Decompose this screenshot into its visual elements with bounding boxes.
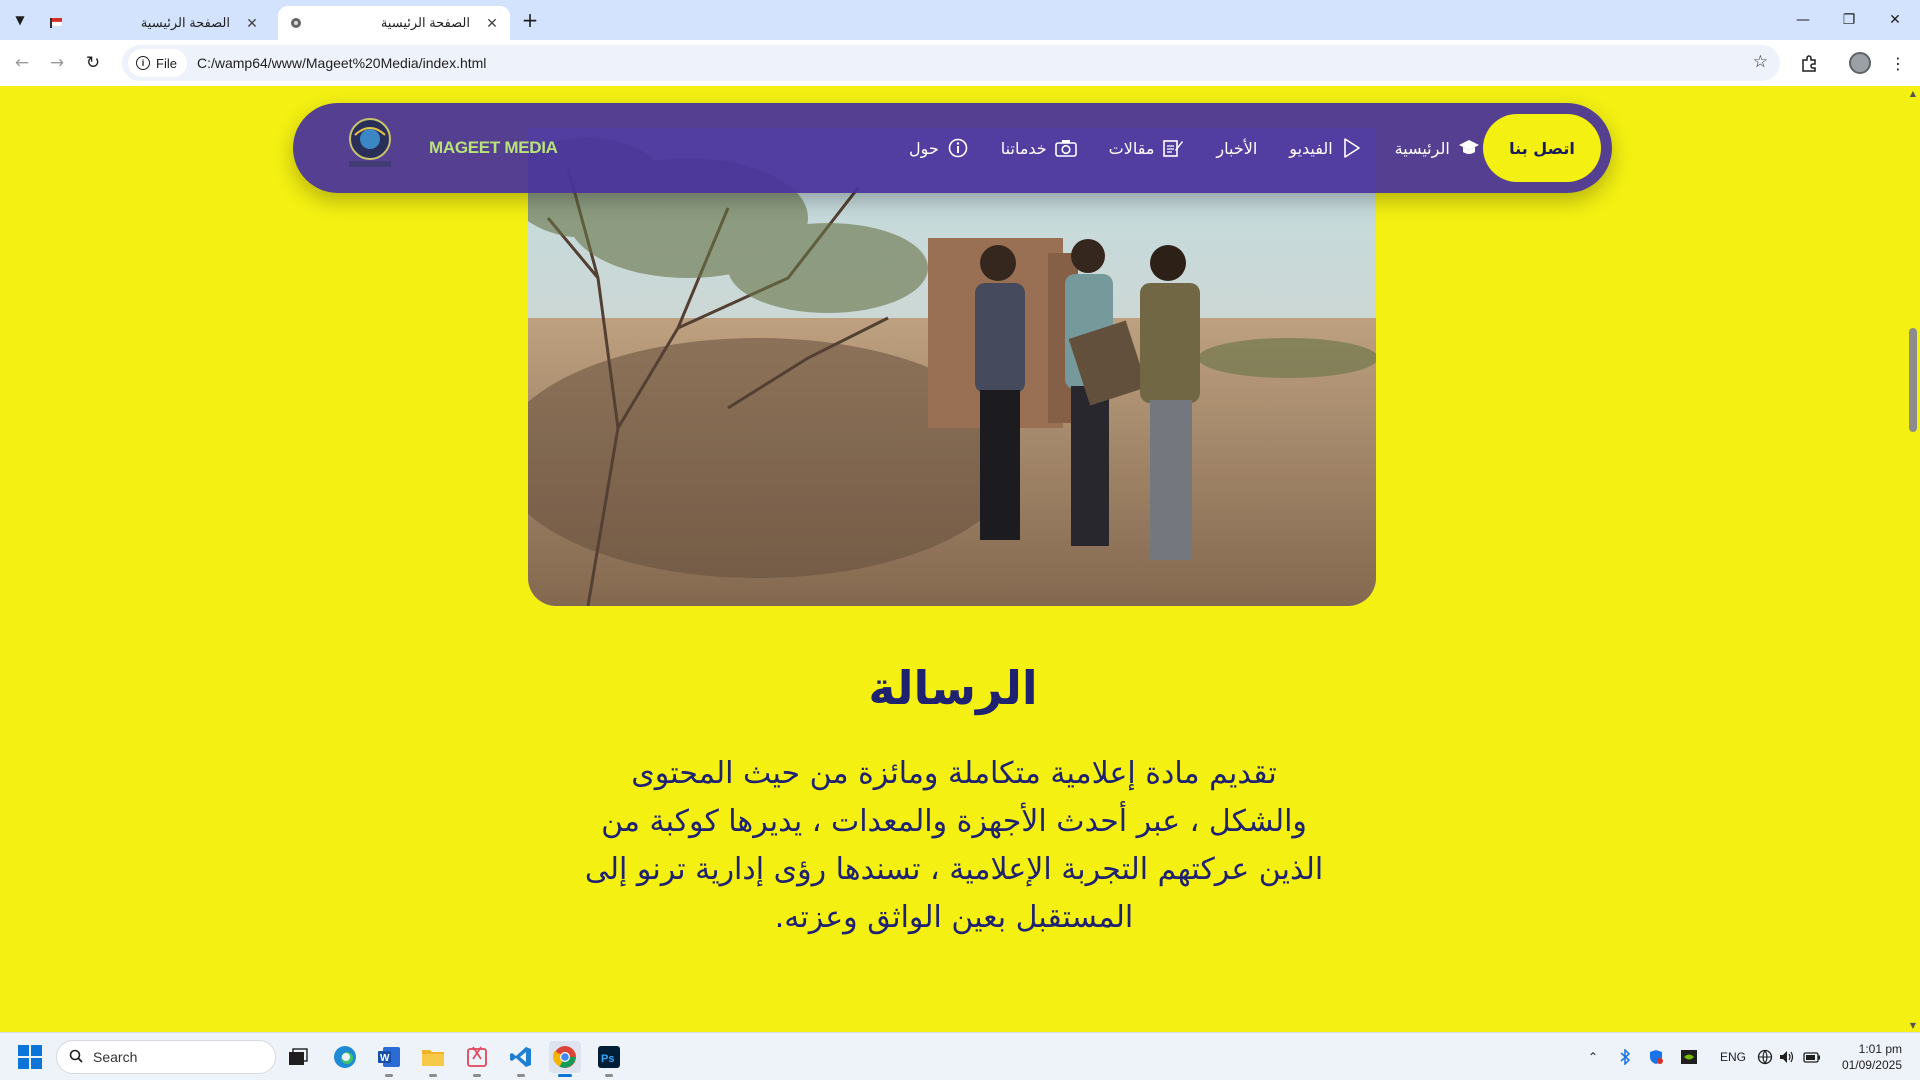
bluetooth-icon[interactable]	[1614, 1047, 1636, 1067]
restore-window-icon[interactable]: ❐	[1826, 0, 1872, 40]
more-menu-icon[interactable]: ⋮	[1886, 51, 1910, 75]
snipping-tool-icon[interactable]	[461, 1041, 493, 1077]
nav-item-label: الرئيسية	[1394, 138, 1450, 158]
scrollbar-thumb[interactable]	[1909, 328, 1917, 432]
clock-time: 1:01 pm	[1858, 1042, 1902, 1056]
browser-tab-1[interactable]: الصفحة الرئيسية ✕	[38, 6, 270, 40]
nav-item-video[interactable]: الفيديو	[1273, 137, 1378, 159]
flag-favicon-icon	[48, 15, 64, 31]
hero-photo	[528, 128, 1376, 606]
running-indicator	[429, 1074, 437, 1077]
nav-item-label: الأخبار	[1216, 138, 1258, 158]
page-scrollbar[interactable]: ▲ ▼	[1906, 86, 1920, 1032]
running-indicator	[605, 1074, 613, 1077]
scroll-up-arrow-icon[interactable]: ▲	[1908, 88, 1918, 98]
back-arrow-icon[interactable]: ←	[10, 51, 34, 75]
file-explorer-icon[interactable]	[417, 1041, 449, 1077]
mission-line: المستقبل بعين الواثق وعزته.	[774, 900, 1134, 935]
site-logo[interactable]	[341, 113, 399, 175]
extensions-puzzle-icon[interactable]	[1797, 51, 1821, 75]
word-app-icon[interactable]: W	[373, 1041, 405, 1077]
scroll-down-arrow-icon[interactable]: ▼	[1908, 1020, 1918, 1030]
running-indicator	[385, 1074, 393, 1077]
contact-us-button[interactable]: اتصل بنا	[1483, 114, 1601, 182]
nvidia-icon[interactable]	[1678, 1047, 1700, 1067]
close-tab-icon[interactable]: ✕	[484, 15, 500, 31]
browser-tab-strip: ▼ الصفحة الرئيسية ✕ الصفحة الرئيسية ✕ + …	[0, 0, 1920, 40]
show-hidden-icons-chevron-icon[interactable]: ⌃	[1582, 1047, 1604, 1067]
globe-network-icon[interactable]	[1754, 1047, 1776, 1067]
windows-taskbar: Search W Ps ⌃ ENG 1:01 pm 01/09/2025	[0, 1032, 1920, 1080]
nav-item-label: مقالات	[1108, 138, 1155, 158]
tab-search-button[interactable]: ▼	[8, 8, 32, 32]
taskbar-clock[interactable]: 1:01 pm 01/09/2025	[1836, 1041, 1902, 1073]
speaker-volume-icon[interactable]	[1776, 1047, 1798, 1067]
edge-browser-icon[interactable]	[329, 1041, 361, 1073]
battery-icon[interactable]	[1801, 1047, 1823, 1067]
new-tab-button[interactable]: +	[518, 8, 542, 32]
camera-icon	[1054, 137, 1077, 159]
search-icon	[69, 1049, 83, 1066]
input-language-indicator[interactable]: ENG	[1717, 1047, 1749, 1067]
mission-paragraph: تقديم مادة إعلامية متكاملة ومائزة من حيث…	[566, 750, 1342, 942]
taskbar-search-placeholder: Search	[93, 1049, 138, 1065]
close-window-icon[interactable]: ✕	[1872, 0, 1918, 40]
browser-tab-2[interactable]: الصفحة الرئيسية ✕	[278, 6, 510, 40]
mission-line: الذين عركتهم التجربة الإعلامية ، تسندها …	[584, 852, 1324, 887]
site-info-chip[interactable]: i File	[128, 49, 187, 77]
nav-item-label: خدماتنا	[1000, 138, 1047, 158]
mission-heading: الرسالة	[868, 661, 1038, 715]
tab-title: الصفحة الرئيسية	[380, 15, 470, 30]
chevron-down-icon: ▼	[15, 13, 25, 27]
mission-line: والشكل ، عبر أحدث الأجهزة والمعدات ، يدي…	[601, 804, 1307, 839]
running-indicator	[558, 1074, 572, 1077]
info-icon: i	[136, 56, 150, 70]
close-tab-icon[interactable]: ✕	[244, 15, 260, 31]
vscode-icon[interactable]	[505, 1041, 537, 1077]
minimize-window-icon[interactable]: —	[1780, 0, 1826, 40]
clock-date: 01/09/2025	[1841, 1058, 1902, 1072]
nav-item-articles[interactable]: مقالات	[1093, 137, 1201, 159]
svg-text:W: W	[380, 1053, 390, 1064]
nav-item-label: الفيديو	[1289, 138, 1333, 158]
nav-item-services[interactable]: خدماتنا	[985, 137, 1093, 159]
taskbar-search-box[interactable]: Search	[56, 1040, 276, 1074]
url-text[interactable]: C:/wamp64/www/Mageet%20Media/index.html	[197, 55, 486, 71]
edit-note-icon	[1162, 137, 1184, 159]
forward-arrow-icon[interactable]: →	[45, 51, 69, 75]
reload-icon[interactable]: ↻	[81, 51, 105, 75]
running-indicator	[473, 1074, 481, 1077]
address-bar[interactable]: i File C:/wamp64/www/Mageet%20Media/inde…	[122, 45, 1780, 81]
tab-title: الصفحة الرئيسية	[140, 15, 230, 30]
security-shield-icon[interactable]	[1645, 1047, 1667, 1067]
nav-item-about[interactable]: حول	[893, 137, 985, 159]
nav-item-home[interactable]: الرئيسية	[1379, 137, 1496, 159]
photoshop-icon[interactable]: Ps	[593, 1041, 625, 1077]
task-view-icon[interactable]	[282, 1041, 314, 1073]
main-menu: حول خدماتنا مقالات الأخبار الفيديو الرئي…	[893, 103, 1496, 193]
site-navbar: MAGEET MEDIA حول خدماتنا مقالات الأخبار …	[293, 103, 1612, 193]
brand-name[interactable]: MAGEET MEDIA	[429, 138, 558, 158]
mission-line: تقديم مادة إعلامية متكاملة ومائزة من حيث…	[631, 756, 1277, 791]
browser-toolbar: ← → ↻ i File C:/wamp64/www/Mageet%20Medi…	[0, 40, 1920, 86]
profile-avatar-icon[interactable]	[1848, 51, 1872, 75]
play-icon	[1341, 137, 1363, 159]
windows-start-icon[interactable]	[18, 1045, 42, 1069]
nav-item-news[interactable]: الأخبار	[1200, 139, 1273, 158]
site-info-label: File	[156, 55, 177, 71]
site-favicon-icon	[288, 15, 304, 31]
bookmark-star-icon[interactable]: ☆	[1753, 52, 1768, 72]
chrome-browser-icon[interactable]	[549, 1041, 581, 1077]
running-indicator	[517, 1074, 525, 1077]
info-circle-icon	[947, 137, 969, 159]
page-viewport: MAGEET MEDIA حول خدماتنا مقالات الأخبار …	[0, 86, 1906, 1032]
graduation-cap-icon	[1458, 137, 1480, 159]
nav-item-label: حول	[909, 138, 939, 158]
svg-text:Ps: Ps	[601, 1053, 614, 1065]
